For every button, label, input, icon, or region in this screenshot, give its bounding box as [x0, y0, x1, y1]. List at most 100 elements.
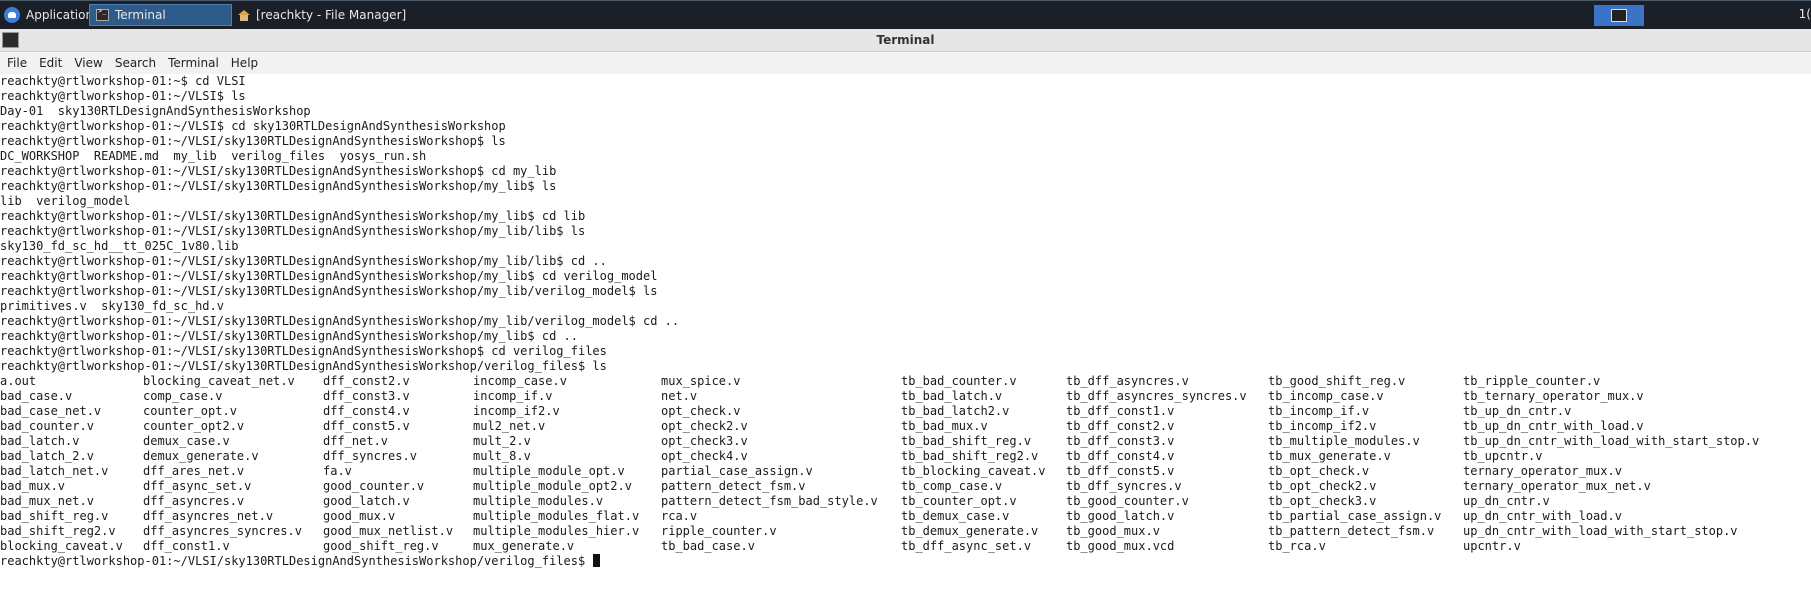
terminal-line: reachkty@rtlworkshop-01:~/VLSI/sky130RTL… [0, 134, 506, 148]
file-name: bad_shift_reg.v [0, 509, 109, 523]
file-name: tb_pattern_detect_fsm.v [1268, 524, 1435, 538]
file-name: tb_dff_const3.v [1066, 434, 1175, 448]
file-name: tb_blocking_caveat.v [901, 464, 1046, 478]
text-cursor [593, 554, 601, 567]
terminal-line: reachkty@rtlworkshop-01:~/VLSI$ cd sky13… [0, 119, 506, 133]
terminal-line: reachkty@rtlworkshop-01:~/VLSI/sky130RTL… [0, 179, 557, 193]
shell-prompt: reachkty@rtlworkshop-01:~/VLSI/sky130RTL… [0, 554, 593, 568]
tray-terminal-button[interactable] [1594, 5, 1644, 26]
file-name: blocking_caveat.v [0, 539, 123, 553]
file-name: tb_good_shift_reg.v [1268, 374, 1406, 388]
file-name: dff_net.v [323, 434, 389, 448]
terminal-line: primitives.v sky130_fd_sc_hd.v [0, 299, 224, 313]
file-name: tb_opt_check3.v [1268, 494, 1377, 508]
home-folder-icon [238, 9, 250, 21]
file-name: dff_const2.v [323, 374, 410, 388]
file-name: tb_dff_asyncres_syncres.v [1066, 389, 1247, 403]
file-name: tb_mux_generate.v [1268, 449, 1391, 463]
file-listing-column: tb_good_shift_reg.v tb_incomp_case.v tb_in… [1268, 374, 1441, 554]
menu-help[interactable]: Help [231, 56, 258, 70]
file-name: tb_opt_check2.v [1268, 479, 1377, 493]
terminal-line: Day-01 sky130RTLDesignAndSynthesisWorksh… [0, 104, 311, 118]
file-name: demux_generate.v [143, 449, 259, 463]
file-name: dff_ares_net.v [143, 464, 245, 478]
file-name: blocking_caveat_net.v [143, 374, 295, 388]
file-name: tb_good_latch.v [1066, 509, 1175, 523]
file-name: dff_asyncres.v [143, 494, 245, 508]
file-name: net.v [661, 389, 698, 403]
file-name: tb_bad_shift_reg.v [901, 434, 1032, 448]
task-terminal-label: Terminal [115, 8, 166, 22]
task-terminal-button[interactable]: Terminal [89, 4, 232, 26]
menu-view[interactable]: View [74, 56, 102, 70]
terminal-output[interactable]: reachkty@rtlworkshop-01:~$ cd VLSI reach… [0, 74, 1811, 606]
menu-search[interactable]: Search [115, 56, 156, 70]
file-name: tb_counter_opt.v [901, 494, 1017, 508]
file-name: dff_syncres.v [323, 449, 417, 463]
command-prompt-line[interactable]: reachkty@rtlworkshop-01:~/VLSI/sky130RTL… [0, 554, 1811, 569]
file-name: bad_latch_net.v [0, 464, 109, 478]
file-listing-column: tb_ripple_counter.v tb_ternary_operator_m… [1463, 374, 1759, 554]
menu-bar: File Edit View Search Terminal Help [0, 52, 1811, 74]
window-titlebar[interactable]: Terminal [0, 29, 1811, 52]
file-name: dff_const4.v [323, 404, 410, 418]
file-name: upcntr.v [1463, 539, 1521, 553]
file-name: tb_dff_const5.v [1066, 464, 1175, 478]
file-name: dff_async_set.v [143, 479, 252, 493]
terminal-line: reachkty@rtlworkshop-01:~/VLSI/sky130RTL… [0, 329, 578, 343]
terminal-line: reachkty@rtlworkshop-01:~/VLSI/sky130RTL… [0, 359, 607, 373]
file-name: tb_bad_mux.v [901, 419, 988, 433]
file-name: incomp_case.v [473, 374, 567, 388]
file-name: tb_up_dn_cntr_with_load_with_start_stop.… [1463, 434, 1760, 448]
file-name: tb_up_dn_cntr.v [1463, 404, 1572, 418]
file-name: tb_upcntr.v [1463, 449, 1543, 463]
file-name: dff_const3.v [323, 389, 410, 403]
xfce-logo-icon [4, 7, 20, 23]
file-name: bad_latch.v [0, 434, 80, 448]
terminal-line: reachkty@rtlworkshop-01:~$ cd VLSI [0, 74, 246, 88]
file-listing-column: dff_const2.v dff_const3.v dff_const4.v dff_… [323, 374, 453, 554]
terminal-line: lib verilog_model [0, 194, 131, 208]
file-name: good_mux.v [323, 509, 396, 523]
file-name: incomp_if2.v [473, 404, 560, 418]
terminal-line: reachkty@rtlworkshop-01:~/VLSI/sky130RTL… [0, 164, 557, 178]
file-name: tb_bad_latch2.v [901, 404, 1010, 418]
file-name: tb_good_mux.vcd [1066, 539, 1175, 553]
file-name: tb_bad_counter.v [901, 374, 1017, 388]
file-name: tb_up_dn_cntr_with_load.v [1463, 419, 1644, 433]
menu-edit[interactable]: Edit [39, 56, 62, 70]
terminal-line: DC_WORKSHOP README.md my_lib verilog_fil… [0, 149, 427, 163]
file-name: incomp_if.v [473, 389, 553, 403]
file-name: dff_asyncres_syncres.v [143, 524, 302, 538]
file-name: tb_rca.v [1268, 539, 1326, 553]
file-name: mult_8.v [473, 449, 531, 463]
taskbar: Applications Terminal [reachkty - File M… [0, 0, 1811, 29]
file-listing-column: mux_spice.v net.v opt_check.v opt_check2.v o… [661, 374, 878, 554]
file-name: up_dn_cntr_with_load_with_start_stop.v [1463, 524, 1738, 538]
file-name: ternary_operator_mux.v [1463, 464, 1622, 478]
file-name: ripple_counter.v [661, 524, 777, 538]
file-name: bad_shift_reg2.v [0, 524, 116, 538]
file-listing-column: incomp_case.v incomp_if.v incomp_if2.v mul2… [473, 374, 639, 554]
file-name: pattern_detect_fsm_bad_style.v [661, 494, 878, 508]
file-name: tb_dff_const1.v [1066, 404, 1175, 418]
file-name: tb_bad_shift_reg2.v [901, 449, 1039, 463]
menu-terminal[interactable]: Terminal [168, 56, 219, 70]
file-name: tb_incomp_if2.v [1268, 419, 1377, 433]
file-name: opt_check3.v [661, 434, 748, 448]
file-name: tb_demux_generate.v [901, 524, 1039, 538]
terminal-line: reachkty@rtlworkshop-01:~/VLSI/sky130RTL… [0, 284, 658, 298]
file-name: opt_check.v [661, 404, 741, 418]
file-name: ternary_operator_mux_net.v [1463, 479, 1651, 493]
task-file-manager-button[interactable]: [reachkty - File Manager] [232, 4, 442, 26]
file-name: good_latch.v [323, 494, 410, 508]
file-name: multiple_module_opt.v [473, 464, 625, 478]
file-name: tb_opt_check.v [1268, 464, 1370, 478]
window-title: Terminal [876, 33, 935, 47]
terminal-line: sky130_fd_sc_hd__tt_025C_1v80.lib [0, 239, 239, 253]
clock: 1( [1798, 7, 1811, 21]
file-name: tb_incomp_case.v [1268, 389, 1384, 403]
file-name: tb_ripple_counter.v [1463, 374, 1601, 388]
file-name: opt_check2.v [661, 419, 748, 433]
menu-file[interactable]: File [7, 56, 27, 70]
